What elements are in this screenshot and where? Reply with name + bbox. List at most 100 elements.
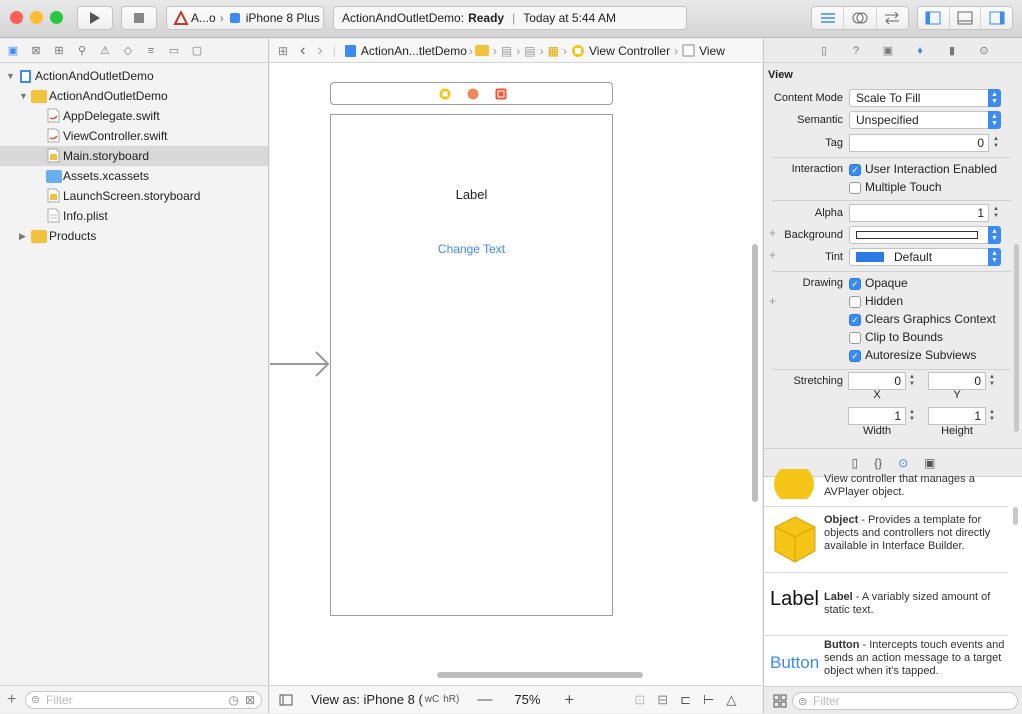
disclosure-open-icon[interactable]: ▼ xyxy=(6,71,15,81)
attributes-inspector-icon[interactable]: ♦ xyxy=(913,44,927,58)
file-template-icon[interactable]: ▯ xyxy=(851,456,858,470)
zoom-in-button[interactable]: + xyxy=(564,690,574,710)
debug-icon[interactable]: ≡ xyxy=(143,43,159,59)
tree-row-file[interactable]: Info.plist xyxy=(0,206,268,226)
file-icon[interactable]: ▤ xyxy=(501,44,512,58)
library-scrollbar[interactable] xyxy=(1013,507,1018,525)
stretch-y-field[interactable]: 0 xyxy=(928,372,986,390)
utilities-toggle-button[interactable] xyxy=(981,7,1012,29)
file-icon[interactable]: ▤ xyxy=(524,44,535,58)
jump-file[interactable]: ActionAn...tletDemo xyxy=(361,44,467,58)
assistant-editor-button[interactable] xyxy=(844,7,877,29)
quick-help-icon[interactable]: ? xyxy=(849,44,863,58)
back-icon[interactable]: ‹ xyxy=(300,42,305,60)
minimize-window-button[interactable] xyxy=(30,11,43,24)
pin-icon[interactable]: ⊢ xyxy=(703,692,714,708)
code-snippet-icon[interactable]: {} xyxy=(874,456,882,470)
file-inspector-icon[interactable]: ▯ xyxy=(817,44,831,58)
navigator-filter-input[interactable]: ⊜ Filter ◷ ⊠ xyxy=(25,690,262,709)
tree-row-file[interactable]: Assets.xcassets xyxy=(0,166,268,186)
zoom-out-button[interactable]: — xyxy=(477,691,492,708)
search-icon[interactable]: ⚲ xyxy=(74,43,90,59)
storyboard-canvas[interactable]: Label Change Text xyxy=(270,64,762,685)
scene-label[interactable]: Label xyxy=(331,187,612,202)
horizontal-scrollbar[interactable] xyxy=(437,672,643,678)
library-item[interactable]: Object - Provides a template for objects… xyxy=(764,507,1008,573)
tree-row-group[interactable]: ▼ ActionAndOutletDemo xyxy=(0,86,268,106)
stretch-y-stepper[interactable]: ▲ ▼ xyxy=(987,372,997,390)
add-icon[interactable]: + xyxy=(7,691,16,709)
change-text-button[interactable]: Change Text xyxy=(331,242,612,256)
alpha-stepper[interactable]: ▲ ▼ xyxy=(991,204,1001,222)
hidden-checkbox[interactable] xyxy=(849,296,861,308)
tree-row-file[interactable]: ViewController.swift xyxy=(0,126,268,146)
semantic-select[interactable]: Unspecified ▲ ▼ xyxy=(849,111,1001,129)
stretch-x-stepper[interactable]: ▲ ▼ xyxy=(907,372,917,390)
vertical-scrollbar[interactable] xyxy=(752,244,758,502)
identity-inspector-icon[interactable]: ▣ xyxy=(881,44,895,58)
library-item[interactable]: Label Label - A variably sized amount of… xyxy=(764,573,1008,636)
warning-icon[interactable]: ⚠ xyxy=(97,43,113,59)
breakpoint-icon[interactable]: ▭ xyxy=(166,43,182,59)
test-icon[interactable]: ◇ xyxy=(120,43,136,59)
add-variation-icon[interactable]: + xyxy=(769,294,776,308)
stop-button[interactable] xyxy=(121,6,157,30)
view-controller-icon[interactable] xyxy=(439,88,451,100)
scm-filter-icon[interactable]: ⊠ xyxy=(245,693,255,707)
jump-item[interactable]: View xyxy=(699,44,725,58)
library-filter-input[interactable]: ⊜ Filter xyxy=(792,692,1018,710)
tint-select[interactable]: Default ▲ ▼ xyxy=(849,248,1001,266)
content-mode-select[interactable]: Scale To Fill ▲ ▼ xyxy=(849,89,1001,107)
scene-dock[interactable] xyxy=(330,82,613,105)
stretch-height-field[interactable]: 1 xyxy=(928,407,986,425)
symbol-icon[interactable]: ⊞ xyxy=(51,43,67,59)
zoom-window-button[interactable] xyxy=(50,11,63,24)
run-button[interactable] xyxy=(77,6,113,30)
connections-inspector-icon[interactable]: ⊙ xyxy=(977,44,991,58)
version-editor-button[interactable] xyxy=(877,7,908,29)
tree-row-group[interactable]: ▶ Products xyxy=(0,226,268,246)
tree-row-file[interactable]: AppDelegate.swift xyxy=(0,106,268,126)
user-interaction-checkbox[interactable]: ✓ xyxy=(849,164,861,176)
entry-point-arrow-icon[interactable] xyxy=(270,351,330,381)
autoresize-checkbox[interactable]: ✓ xyxy=(849,350,861,362)
exit-icon[interactable] xyxy=(495,88,507,100)
tag-field[interactable]: 0 xyxy=(849,134,989,152)
scene-icon[interactable]: ▦ xyxy=(548,44,559,58)
disclosure-open-icon[interactable]: ▼ xyxy=(19,91,28,101)
size-inspector-icon[interactable]: ▮ xyxy=(945,44,959,58)
background-select[interactable]: ▲ ▼ xyxy=(849,226,1001,244)
folder-icon[interactable] xyxy=(474,45,489,56)
update-frames-icon[interactable]: ⊡ xyxy=(634,692,645,708)
stretch-width-field[interactable]: 1 xyxy=(848,407,906,425)
first-responder-icon[interactable] xyxy=(467,88,479,100)
tree-row-file-selected[interactable]: Main.storyboard xyxy=(0,146,268,166)
jump-scene[interactable]: View Controller xyxy=(589,44,670,58)
opaque-checkbox[interactable]: ✓ xyxy=(849,278,861,290)
tag-stepper[interactable]: ▲ ▼ xyxy=(991,134,1001,152)
navigator-toggle-button[interactable] xyxy=(918,7,950,29)
clears-graphics-checkbox[interactable]: ✓ xyxy=(849,314,861,326)
stretch-width-stepper[interactable]: ▲ ▼ xyxy=(907,407,917,425)
resolve-issues-icon[interactable]: △ xyxy=(726,692,736,708)
source-control-icon[interactable]: ⊠ xyxy=(28,43,44,59)
tree-row-file[interactable]: LaunchScreen.storyboard xyxy=(0,186,268,206)
multiple-touch-checkbox[interactable] xyxy=(849,182,861,194)
standard-editor-button[interactable] xyxy=(812,7,845,29)
alpha-field[interactable]: 1 xyxy=(849,204,989,222)
media-library-icon[interactable]: ▣ xyxy=(924,456,935,470)
debug-toggle-button[interactable] xyxy=(950,7,982,29)
stretch-x-field[interactable]: 0 xyxy=(848,372,906,390)
view-controller-scene[interactable]: Label Change Text xyxy=(330,114,613,616)
scheme-selector[interactable]: A...o › iPhone 8 Plus xyxy=(166,6,324,30)
related-items-icon[interactable]: ⊞ xyxy=(278,44,288,58)
align-icon[interactable]: ⊏ xyxy=(680,692,691,708)
clip-bounds-checkbox[interactable] xyxy=(849,332,861,344)
tree-row-project[interactable]: ▼ ActionAndOutletDemo xyxy=(0,66,268,86)
stretch-height-stepper[interactable]: ▲ ▼ xyxy=(987,407,997,425)
recent-icon[interactable]: ◷ xyxy=(229,693,239,707)
inspector-scrollbar[interactable] xyxy=(1014,244,1019,432)
library-item[interactable]: Button Button - Intercepts touch events … xyxy=(764,636,1008,686)
library-item[interactable]: View controller that manages a AVPlayer … xyxy=(764,469,1008,507)
add-variation-icon[interactable]: + xyxy=(769,226,776,240)
